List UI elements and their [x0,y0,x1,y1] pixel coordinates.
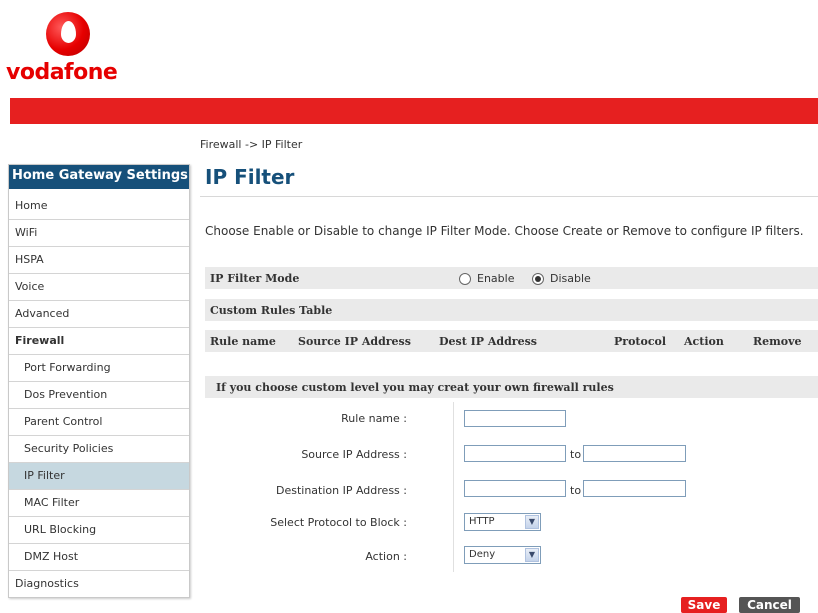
sidebar-item-voice[interactable]: Voice [9,274,189,301]
sidebar-item-ip-filter[interactable]: IP Filter [9,463,189,490]
source-ip-to-label: to [570,448,582,461]
protocol-label: Select Protocol to Block : [270,516,407,529]
sidebar-item-security-policies[interactable]: Security Policies [9,436,189,463]
sidebar-item-advanced[interactable]: Advanced [9,301,189,328]
col-source-ip: Source IP Address [298,335,411,348]
brand-name: vodafone [6,60,118,85]
col-protocol: Protocol [614,335,667,348]
mode-enable-label: Enable [477,272,515,285]
page-description: Choose Enable or Disable to change IP Fi… [205,224,804,238]
custom-rules-title: Custom Rules Table [210,304,333,317]
col-action: Action [684,335,724,348]
mode-disable-radio[interactable]: Disable [532,272,591,285]
protocol-selected-value: HTTP [469,516,495,527]
mode-enable-radio[interactable]: Enable [459,272,514,285]
protocol-select[interactable]: HTTP ▼ [464,513,541,531]
title-divider [200,196,818,197]
chevron-down-icon[interactable]: ▼ [525,548,539,562]
col-rule-name: Rule name [210,335,276,348]
dest-ip-label: Destination IP Address : [275,484,407,497]
action-select[interactable]: Deny ▼ [464,546,541,564]
header-red-bar [10,98,818,124]
sidebar-item-dmz-host[interactable]: DMZ Host [9,544,189,571]
dest-ip-to-input[interactable] [583,480,686,497]
sidebar-item-wifi[interactable]: WiFi [9,220,189,247]
rule-name-input[interactable] [464,410,566,427]
save-button[interactable]: Save [681,597,727,613]
vodafone-logo: vodafone [6,12,136,92]
breadcrumb: Firewall -> IP Filter [200,138,303,151]
sidebar-item-firewall[interactable]: Firewall [9,328,189,355]
sidebar-item-hspa[interactable]: HSPA [9,247,189,274]
source-ip-label: Source IP Address : [301,448,407,461]
action-selected-value: Deny [469,549,496,560]
sidebar-item-diagnostics[interactable]: Diagnostics [9,571,189,597]
sidebar-item-dos-prevention[interactable]: Dos Prevention [9,382,189,409]
sidebar-item-port-forwarding[interactable]: Port Forwarding [9,355,189,382]
dest-ip-to-label: to [570,484,582,497]
cancel-button[interactable]: Cancel [739,597,800,613]
col-remove: Remove [753,335,802,348]
col-dest-ip: Dest IP Address [439,335,537,348]
source-ip-to-input[interactable] [583,445,686,462]
sidebar-item-mac-filter[interactable]: MAC Filter [9,490,189,517]
dest-ip-from-input[interactable] [464,480,566,497]
sidebar-nav: Home Gateway Settings Home WiFi HSPA Voi… [8,164,190,598]
action-label: Action : [365,550,407,563]
sidebar-item-home[interactable]: Home [9,193,189,220]
custom-level-title: If you choose custom level you may creat… [216,381,614,394]
sidebar-item-parent-control[interactable]: Parent Control [9,409,189,436]
page-title: IP Filter [205,165,295,189]
mode-disable-label: Disable [550,272,591,285]
source-ip-from-input[interactable] [464,445,566,462]
sidebar-title: Home Gateway Settings [9,165,189,193]
sidebar-item-url-blocking[interactable]: URL Blocking [9,517,189,544]
radio-checked-icon[interactable] [532,272,544,285]
ip-filter-mode-label: IP Filter Mode [210,272,300,285]
rule-name-label: Rule name : [341,412,407,425]
chevron-down-icon[interactable]: ▼ [525,515,539,529]
radio-unchecked-icon[interactable] [459,272,471,285]
